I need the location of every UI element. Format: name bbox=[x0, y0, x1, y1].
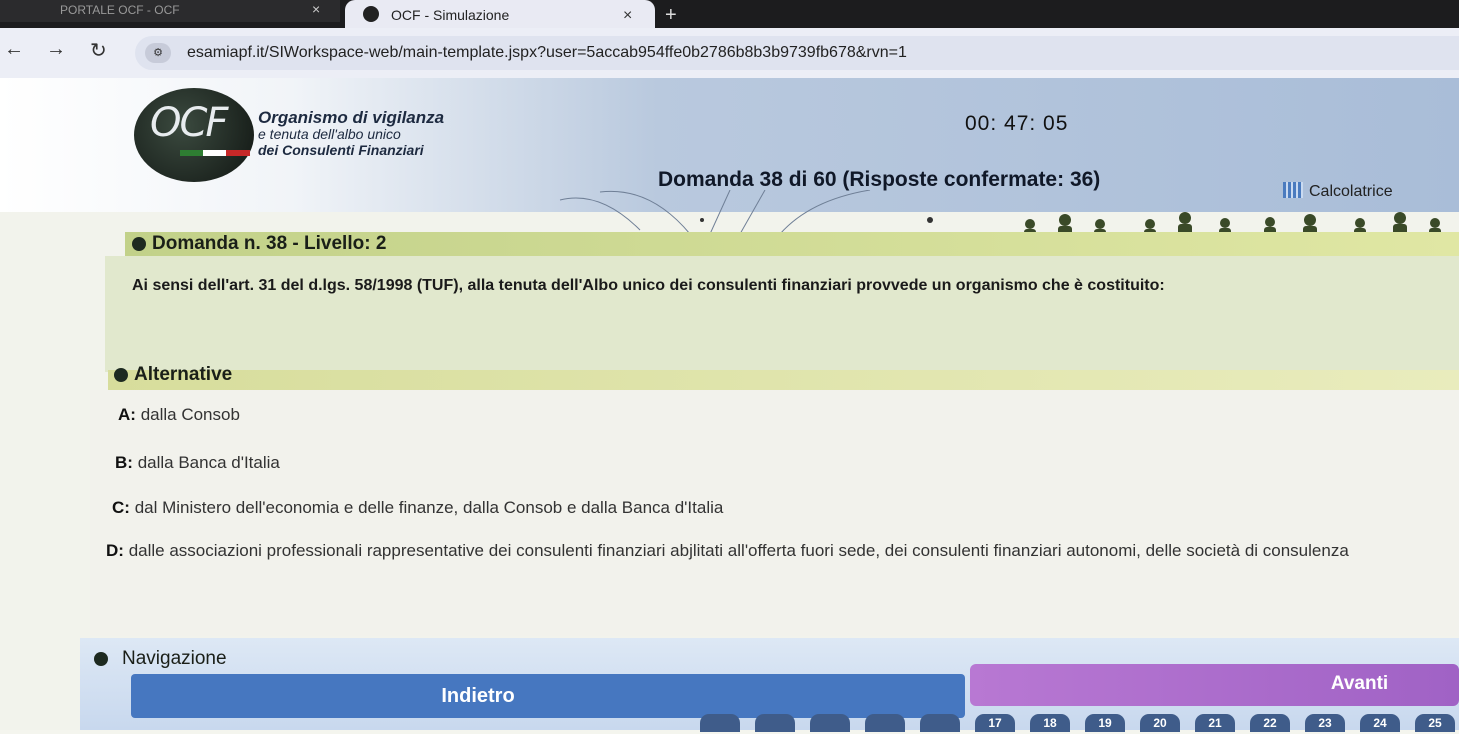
page-pill[interactable]: 23 bbox=[1305, 714, 1345, 732]
org-name-line1: Organismo di vigilanza bbox=[258, 108, 445, 127]
calculator-icon bbox=[1283, 182, 1303, 198]
question-text: Ai sensi dell'art. 31 del d.lgs. 58/1998… bbox=[132, 277, 1165, 294]
navigation-heading: Navigazione bbox=[94, 648, 227, 670]
italian-flag-stripe bbox=[180, 150, 250, 156]
org-name-line2: e tenuta dell'albo unico bbox=[258, 126, 401, 142]
browser-tab-previous[interactable]: PORTALE OCF - OCF × bbox=[0, 0, 340, 22]
option-letter: B: bbox=[115, 453, 133, 472]
org-name-line3: dei Consulenti Finanziari bbox=[258, 142, 424, 158]
browser-toolbar: ← → ↻ ⚙ esamiapf.it/SIWorkspace-web/main… bbox=[0, 28, 1459, 78]
page-pill[interactable] bbox=[700, 714, 740, 732]
question-counter: Domanda 38 di 60 (Risposte confermate: 3… bbox=[658, 168, 1101, 191]
next-button[interactable]: Avanti bbox=[970, 664, 1459, 706]
answer-option-b[interactable]: B: dalla Banca d'Italia bbox=[115, 453, 280, 473]
page-content: OCF Organismo di vigilanza e tenuta dell… bbox=[0, 78, 1459, 732]
page-header: OCF Organismo di vigilanza e tenuta dell… bbox=[0, 78, 1459, 246]
question-heading: Domanda n. 38 - Livello: 2 bbox=[132, 233, 386, 255]
header-decoration bbox=[559, 190, 933, 234]
answer-option-d[interactable]: D: dalle associazioni professionali rapp… bbox=[106, 541, 1349, 561]
option-letter: C: bbox=[112, 498, 130, 517]
page-pill[interactable] bbox=[810, 714, 850, 732]
question-pager: 17 18 19 20 21 22 23 24 25 bbox=[700, 714, 1459, 734]
section-bullet-icon bbox=[114, 368, 128, 382]
section-bullet-icon bbox=[94, 652, 108, 666]
page-pill[interactable]: 25 bbox=[1415, 714, 1455, 732]
answer-option-a[interactable]: A: dalla Consob bbox=[118, 405, 240, 425]
close-tab-icon[interactable]: × bbox=[312, 1, 320, 17]
page-pill[interactable]: 19 bbox=[1085, 714, 1125, 732]
question-box bbox=[105, 256, 1459, 372]
alternatives-heading-bar bbox=[108, 370, 1459, 390]
option-text: dalla Banca d'Italia bbox=[137, 453, 280, 472]
new-tab-icon[interactable]: + bbox=[665, 4, 677, 27]
url-text[interactable]: esamiapf.it/SIWorkspace-web/main-templat… bbox=[187, 44, 907, 62]
answer-option-c[interactable]: C: dal Ministero dell'economia e delle f… bbox=[112, 498, 723, 518]
section-bullet-icon bbox=[132, 237, 146, 251]
tab-title: PORTALE OCF - OCF bbox=[60, 3, 180, 17]
navigation-heading-text: Navigazione bbox=[122, 648, 227, 669]
exam-timer: 00: 47: 05 bbox=[965, 112, 1069, 135]
close-tab-icon[interactable]: × bbox=[623, 7, 632, 25]
site-settings-icon[interactable]: ⚙ bbox=[145, 43, 171, 63]
page-pill[interactable]: 22 bbox=[1250, 714, 1290, 732]
page-pill[interactable]: 24 bbox=[1360, 714, 1400, 732]
logo-text: OCF bbox=[150, 100, 228, 146]
option-text: dalla Consob bbox=[140, 405, 240, 424]
tab-title: OCF - Simulazione bbox=[391, 7, 510, 23]
address-bar[interactable]: ⚙ esamiapf.it/SIWorkspace-web/main-templ… bbox=[135, 36, 1459, 70]
page-pill[interactable]: 18 bbox=[1030, 714, 1070, 732]
question-heading-text: Domanda n. 38 - Livello: 2 bbox=[152, 233, 387, 254]
page-pill[interactable] bbox=[920, 714, 960, 732]
page-pill[interactable]: 21 bbox=[1195, 714, 1235, 732]
option-letter: D: bbox=[106, 541, 124, 560]
page-pill[interactable] bbox=[865, 714, 905, 732]
option-text: dalle associazioni professionali rappres… bbox=[128, 541, 1349, 560]
option-letter: A: bbox=[118, 405, 136, 424]
forward-arrow-icon[interactable]: → bbox=[46, 38, 66, 61]
favicon-icon bbox=[363, 6, 379, 22]
page-pill[interactable] bbox=[755, 714, 795, 732]
page-pill[interactable]: 17 bbox=[975, 714, 1015, 732]
back-button[interactable]: Indietro bbox=[131, 674, 965, 718]
alternatives-heading-text: Alternative bbox=[134, 364, 233, 385]
option-text: dal Ministero dell'economia e delle fina… bbox=[134, 498, 724, 517]
back-arrow-icon[interactable]: ← bbox=[4, 38, 24, 61]
calculator-button[interactable]: Calcolatrice bbox=[1283, 182, 1393, 201]
calculator-label: Calcolatrice bbox=[1309, 183, 1393, 200]
reload-icon[interactable]: ↻ bbox=[90, 38, 107, 63]
page-pill[interactable]: 20 bbox=[1140, 714, 1180, 732]
alternatives-heading: Alternative bbox=[114, 364, 232, 386]
